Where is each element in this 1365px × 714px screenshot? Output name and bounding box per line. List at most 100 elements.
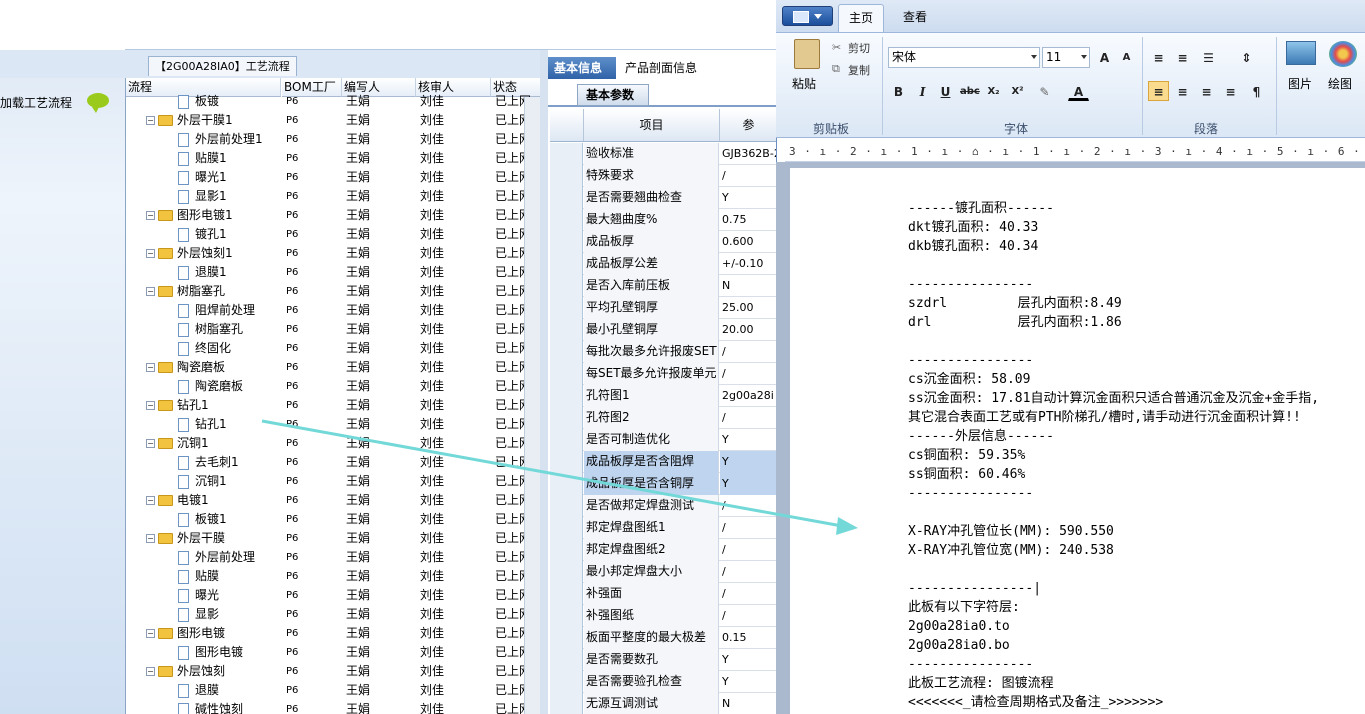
- tree-node[interactable]: 沉铜1: [126, 472, 282, 491]
- expand-toggle-icon[interactable]: −: [146, 287, 155, 296]
- param-row[interactable]: 板面平整度的最大极差 0.15: [550, 627, 778, 649]
- tree-row[interactable]: 陶瓷磨板 P6 王娟 刘佳 已上网: [126, 377, 540, 396]
- paint-icon[interactable]: [1329, 41, 1357, 67]
- line-spacing-icon[interactable]: ⇕: [1236, 47, 1257, 67]
- document-line[interactable]: <<<<<<<_请检查周期格式及备注_>>>>>>>: [908, 693, 1365, 712]
- tree-node[interactable]: 阻焊前处理: [126, 301, 282, 320]
- expand-toggle-icon[interactable]: −: [146, 439, 155, 448]
- superscript-button[interactable]: X²: [1007, 81, 1028, 101]
- tree-node[interactable]: − 电镀1: [126, 491, 282, 510]
- tree-node[interactable]: 图形电镀: [126, 643, 282, 662]
- param-value-cell[interactable]: /: [720, 341, 778, 363]
- param-row[interactable]: 最小孔壁铜厚 20.00: [550, 319, 778, 341]
- tree-node[interactable]: 钻孔1: [126, 415, 282, 434]
- document-line[interactable]: ss铜面积: 60.46%: [908, 465, 1365, 484]
- row-indicator[interactable]: [550, 429, 583, 451]
- param-value-cell[interactable]: /: [720, 605, 778, 627]
- tree-row[interactable]: − 树脂塞孔 P6 王娟 刘佳 已上网: [126, 282, 540, 301]
- paste-button[interactable]: 粘贴: [792, 75, 816, 92]
- param-row[interactable]: 成品板厚 0.600: [550, 231, 778, 253]
- tree-row[interactable]: − 陶瓷磨板 P6 王娟 刘佳 已上网: [126, 358, 540, 377]
- document-line[interactable]: 此板有以下字符层:: [908, 598, 1365, 617]
- tree-node[interactable]: − 沉铜1: [126, 434, 282, 453]
- row-indicator[interactable]: [550, 187, 583, 209]
- row-indicator[interactable]: [550, 627, 583, 649]
- chat-bubble-icon[interactable]: [87, 93, 109, 113]
- document-line[interactable]: 2g00a28ia0.to: [908, 617, 1365, 636]
- tree-row[interactable]: 镀孔1 P6 王娟 刘佳 已上网: [126, 225, 540, 244]
- tree-node[interactable]: 外层前处理1: [126, 130, 282, 149]
- param-value-cell[interactable]: Y: [720, 429, 778, 451]
- tree-node[interactable]: 曝光: [126, 586, 282, 605]
- expand-toggle-icon[interactable]: −: [146, 496, 155, 505]
- document-line[interactable]: [908, 560, 1365, 579]
- strikethrough-button[interactable]: abc: [959, 81, 980, 101]
- align-center-icon[interactable]: ≡: [1172, 81, 1193, 101]
- param-value-cell[interactable]: /: [720, 583, 778, 605]
- document-line[interactable]: ss沉金面积: 17.81自动计算沉金面积只适合普通沉金及沉金+金手指,: [908, 389, 1365, 408]
- param-row[interactable]: 补强面 /: [550, 583, 778, 605]
- ruler[interactable]: 3 · ı · 2 · ı · 1 · ı · ⌂ · ı · 1 · ı · …: [785, 142, 1365, 162]
- tree-node[interactable]: 板镀: [126, 92, 282, 111]
- copy-icon[interactable]: ⧉: [832, 62, 840, 76]
- column-header-item[interactable]: 项目: [584, 109, 720, 142]
- row-indicator[interactable]: [550, 561, 583, 583]
- align-right-icon[interactable]: ≡: [1196, 81, 1217, 101]
- row-indicator[interactable]: [550, 671, 583, 693]
- document-line[interactable]: X-RAY冲孔管位宽(MM): 240.538: [908, 541, 1365, 560]
- tab-view[interactable]: 查看: [892, 4, 938, 32]
- process-flow-tab[interactable]: 【2G00A28IA0】工艺流程: [148, 56, 297, 76]
- decrease-indent-icon[interactable]: ≡: [1148, 47, 1169, 67]
- tree-row[interactable]: − 外层干膜1 P6 王娟 刘佳 已上网: [126, 111, 540, 130]
- tree-node[interactable]: 外层前处理: [126, 548, 282, 567]
- param-row[interactable]: 每SET最多允许报废单元 /: [550, 363, 778, 385]
- param-value-cell[interactable]: /: [720, 407, 778, 429]
- tree-node[interactable]: 退膜: [126, 681, 282, 700]
- document-line[interactable]: cs沉金面积: 58.09: [908, 370, 1365, 389]
- tree-row[interactable]: − 沉铜1 P6 王娟 刘佳 已上网: [126, 434, 540, 453]
- param-value-cell[interactable]: 0.600: [720, 231, 778, 253]
- row-indicator[interactable]: [550, 539, 583, 561]
- param-value-cell[interactable]: Y: [720, 451, 778, 473]
- tree-row[interactable]: − 钻孔1 P6 王娟 刘佳 已上网: [126, 396, 540, 415]
- document-line[interactable]: [908, 332, 1365, 351]
- row-indicator[interactable]: [550, 297, 583, 319]
- param-value-cell[interactable]: /: [720, 495, 778, 517]
- param-row[interactable]: 最大翘曲度% 0.75: [550, 209, 778, 231]
- row-indicator[interactable]: [550, 385, 583, 407]
- paint-button[interactable]: 绘图: [1328, 75, 1352, 92]
- subtab-basic-params[interactable]: 基本参数: [577, 84, 649, 106]
- app-menu-button[interactable]: [782, 6, 833, 26]
- list-bullets-icon[interactable]: ☰: [1198, 47, 1219, 67]
- tree-node[interactable]: 退膜1: [126, 263, 282, 282]
- param-value-cell[interactable]: /: [720, 363, 778, 385]
- row-indicator[interactable]: [550, 517, 583, 539]
- row-indicator[interactable]: [550, 341, 583, 363]
- tree-node[interactable]: − 外层蚀刻: [126, 662, 282, 681]
- load-process-flow-label[interactable]: 加载工艺流程: [0, 94, 72, 111]
- tree-row[interactable]: 贴膜 P6 王娟 刘佳 已上网: [126, 567, 540, 586]
- param-row[interactable]: 是否需要翘曲检查 Y: [550, 187, 778, 209]
- param-value-cell[interactable]: /: [720, 539, 778, 561]
- tree-row[interactable]: 去毛刺1 P6 王娟 刘佳 已上网: [126, 453, 540, 472]
- row-indicator[interactable]: [550, 363, 583, 385]
- tree-row[interactable]: 贴膜1 P6 王娟 刘佳 已上网: [126, 149, 540, 168]
- param-row[interactable]: 每批次最多允许报废SET /: [550, 341, 778, 363]
- param-row[interactable]: 是否需要验孔检查 Y: [550, 671, 778, 693]
- expand-toggle-icon[interactable]: −: [146, 667, 155, 676]
- row-indicator[interactable]: [550, 451, 583, 473]
- tree-row[interactable]: 曝光1 P6 王娟 刘佳 已上网: [126, 168, 540, 187]
- tree-node[interactable]: − 钻孔1: [126, 396, 282, 415]
- row-indicator[interactable]: [550, 583, 583, 605]
- tree-row[interactable]: 板镀 P6 王娟 刘佳 已上网: [126, 92, 540, 111]
- row-indicator[interactable]: [550, 165, 583, 187]
- tree-node[interactable]: 镀孔1: [126, 225, 282, 244]
- document-line[interactable]: ----------------: [908, 275, 1365, 294]
- param-row[interactable]: 孔符图1 2g00a28i: [550, 385, 778, 407]
- tree-node[interactable]: 去毛刺1: [126, 453, 282, 472]
- italic-button[interactable]: I: [912, 81, 933, 101]
- document-line[interactable]: ------外层信息------: [908, 427, 1365, 446]
- document-line[interactable]: ----------------: [908, 351, 1365, 370]
- param-value-cell[interactable]: /: [720, 561, 778, 583]
- tree-node[interactable]: 陶瓷磨板: [126, 377, 282, 396]
